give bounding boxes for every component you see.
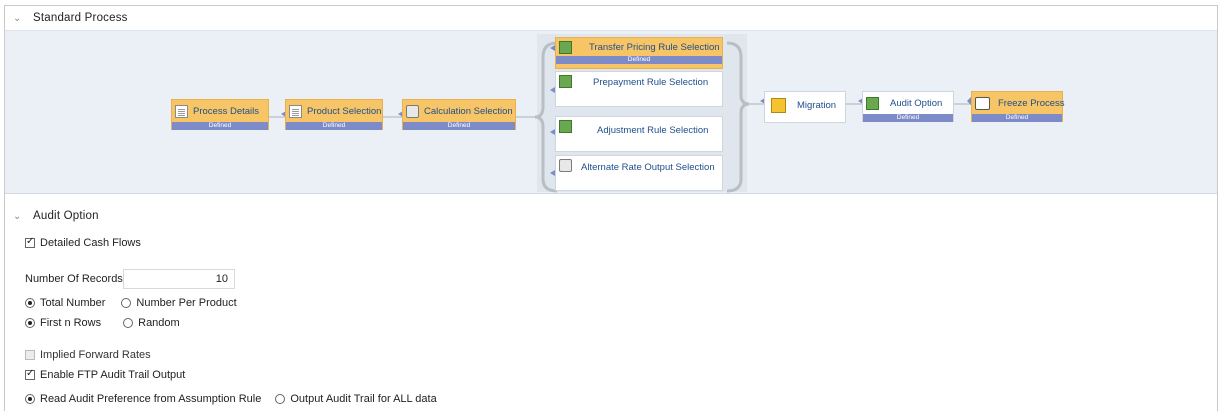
node-adjustment[interactable]: Adjustment Rule Selection xyxy=(555,116,723,152)
output-audit-all-radio[interactable] xyxy=(275,394,286,404)
checkbox-label: Implied Forward Rates xyxy=(40,349,151,361)
node-label: Process Details xyxy=(193,105,259,117)
radio-label: Output Audit Trail for ALL data xyxy=(290,393,437,405)
chevron-down-icon[interactable]: ⌄ xyxy=(13,211,27,222)
node-label: Prepayment Rule Selection xyxy=(593,77,709,88)
prepayment-icon xyxy=(559,75,572,88)
node-freeze-process[interactable]: Freeze Process Defined xyxy=(971,91,1065,122)
node-calculation-selection[interactable]: Calculation Selection Defined xyxy=(402,99,516,130)
node-prepayment[interactable]: Prepayment Rule Selection xyxy=(555,71,723,107)
rule-icon xyxy=(559,40,572,54)
node-transfer-pricing[interactable]: Transfer Pricing Rule Selection Defined xyxy=(555,37,723,69)
checkbox-label: Enable FTP Audit Trail Output xyxy=(40,369,186,381)
radio-label: Number Per Product xyxy=(136,297,237,309)
node-alternate-rate[interactable]: Alternate Rate Output Selection xyxy=(555,155,723,191)
field-label: Number Of Records xyxy=(25,273,123,285)
record-scope-group: Total Number Number Per Product xyxy=(25,297,237,309)
adjustment-icon xyxy=(559,120,572,133)
node-label: Migration xyxy=(797,99,837,111)
implied-forward-rates-checkbox[interactable]: Implied Forward Rates xyxy=(25,349,151,361)
node-label: Alternate Rate Output Selection xyxy=(581,162,715,173)
node-audit-option[interactable]: Audit Option Defined xyxy=(862,91,954,122)
node-label: Freeze Process xyxy=(998,97,1065,109)
document-icon xyxy=(289,104,302,118)
process-flow-diagram: Process Details Defined Product Selectio… xyxy=(5,30,1217,194)
freeze-icon xyxy=(975,96,990,110)
node-label: Adjustment Rule Selection xyxy=(597,125,709,136)
main-panel: ⌄ Standard Process Process Details Defin… xyxy=(4,5,1218,411)
gear-icon xyxy=(559,159,572,172)
node-label: Product Selection xyxy=(307,105,382,117)
audit-option-header[interactable]: ⌄ Audit Option xyxy=(5,204,1217,228)
section-title: Standard Process xyxy=(33,12,128,24)
audit-source-group: Read Audit Preference from Assumption Ru… xyxy=(25,393,437,405)
section-title: Audit Option xyxy=(33,210,99,222)
detailed-cash-flows-checkbox[interactable]: Detailed Cash Flows xyxy=(25,236,141,249)
random-radio[interactable] xyxy=(123,318,134,328)
node-process-details[interactable]: Process Details Defined xyxy=(171,99,269,130)
status-badge: Defined xyxy=(556,56,722,64)
node-product-selection[interactable]: Product Selection Defined xyxy=(285,99,383,130)
migration-icon xyxy=(771,97,786,113)
standard-process-header[interactable]: ⌄ Standard Process xyxy=(5,6,1217,30)
document-icon xyxy=(175,104,188,118)
audit-icon xyxy=(866,96,879,110)
status-badge: Defined xyxy=(172,122,268,130)
chevron-down-icon[interactable]: ⌄ xyxy=(13,13,27,24)
radio-label: Random xyxy=(138,317,180,329)
record-order-group: First n Rows Random xyxy=(25,317,180,329)
node-migration[interactable]: Migration xyxy=(764,91,846,123)
checkbox[interactable] xyxy=(25,236,35,248)
read-audit-preference-radio[interactable] xyxy=(25,394,35,404)
status-badge: Defined xyxy=(972,114,1062,122)
status-badge: Defined xyxy=(863,114,953,122)
checkbox-label: Detailed Cash Flows xyxy=(40,237,141,249)
number-of-records-row: Number Of Records xyxy=(25,269,235,289)
radio-label: First n Rows xyxy=(40,317,102,329)
node-label: Audit Option xyxy=(890,97,943,109)
first-n-rows-radio[interactable] xyxy=(25,318,35,328)
number-per-product-radio[interactable] xyxy=(121,298,132,308)
status-badge: Defined xyxy=(286,122,382,130)
number-of-records-input[interactable] xyxy=(123,269,235,289)
status-badge: Defined xyxy=(403,122,515,130)
checkbox[interactable] xyxy=(25,350,35,360)
radio-label: Total Number xyxy=(40,297,106,309)
calculator-icon xyxy=(406,104,419,118)
total-number-radio[interactable] xyxy=(25,298,35,308)
enable-ftp-audit-checkbox[interactable]: Enable FTP Audit Trail Output xyxy=(25,368,186,381)
checkbox[interactable] xyxy=(25,368,35,380)
radio-label: Read Audit Preference from Assumption Ru… xyxy=(40,393,262,405)
node-label: Calculation Selection xyxy=(424,105,513,117)
node-label: Transfer Pricing Rule Selection xyxy=(589,41,720,53)
